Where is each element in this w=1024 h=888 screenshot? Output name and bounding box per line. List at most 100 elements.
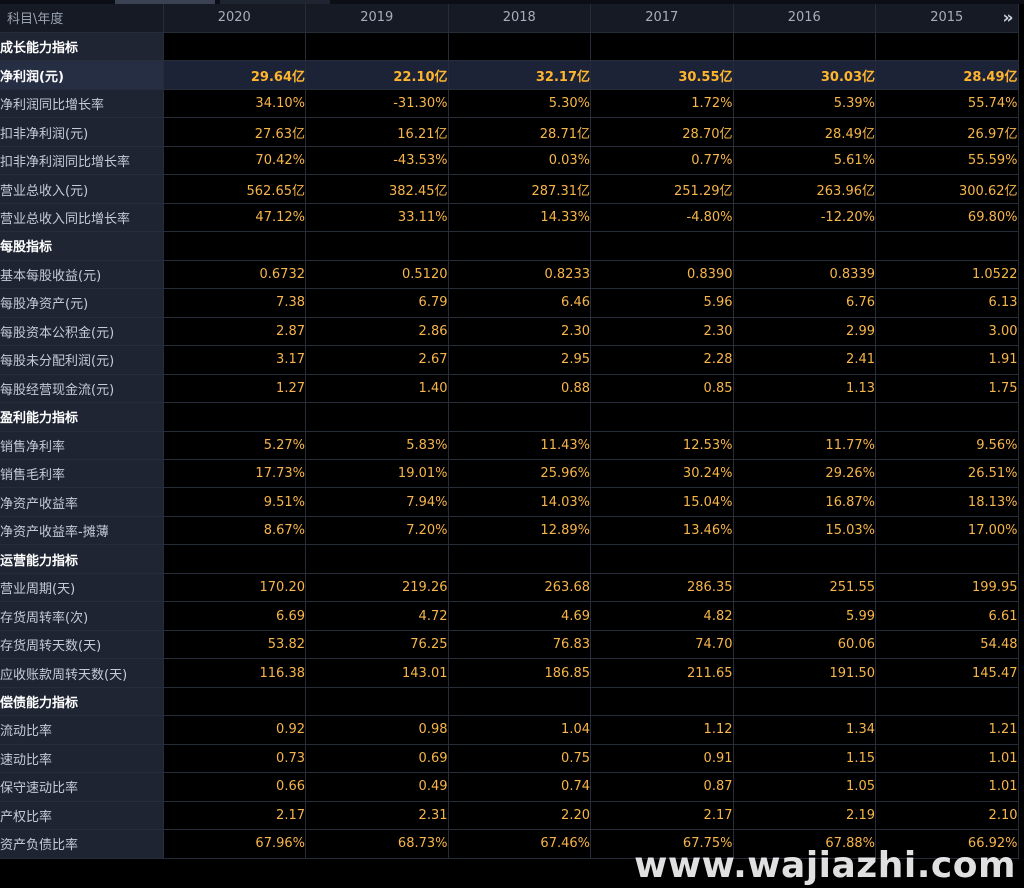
value-cell: 562.65亿 — [163, 174, 306, 204]
value-cell: 7.94% — [305, 487, 449, 517]
value-cell: 382.45亿 — [305, 174, 449, 204]
table-row[interactable]: 净利润(元) 29.64亿 22.10亿 32.17亿 30.55亿 30.03亿 28.4… — [0, 60, 1019, 90]
table-row[interactable]: 营业总收入(元) 562.65亿 382.45亿 287.31亿 251.29亿 263.… — [0, 174, 1019, 204]
value-cell: 6.13 — [875, 288, 1019, 318]
value-cell: 11.77% — [733, 431, 876, 461]
value-cell: 15.03% — [733, 516, 876, 546]
value-cell: 1.72% — [590, 89, 734, 119]
value-cell: 17.00% — [875, 516, 1019, 546]
value-cell: 1.27 — [163, 374, 306, 404]
value-cell: 0.88 — [448, 374, 591, 404]
table-row[interactable]: 每股未分配利润(元) 3.17 2.67 2.95 2.28 2.41 1.91 — [0, 345, 1019, 375]
value-cell: 116.38 — [163, 658, 306, 688]
row-label: 营业周期(天) — [0, 573, 164, 603]
table-row[interactable]: 流动比率 0.92 0.98 1.04 1.12 1.34 1.21 — [0, 715, 1019, 745]
table-row[interactable]: 应收账款周转天数(天) 116.38 143.01 186.85 211.65 191.5… — [0, 658, 1019, 688]
year-header[interactable]: 2017 — [590, 4, 734, 33]
year-header[interactable]: 2019 — [305, 4, 449, 33]
value-cell: 28.49亿 — [733, 117, 876, 147]
table-row[interactable]: 速动比率 0.73 0.69 0.75 0.91 1.15 1.01 — [0, 744, 1019, 774]
value-cell: 32.17亿 — [448, 60, 591, 90]
value-cell: 263.96亿 — [733, 174, 876, 204]
table-row[interactable]: 销售净利率 5.27% 5.83% 11.43% 12.53% 11.77% 9.56% — [0, 431, 1019, 461]
value-cell: 211.65 — [590, 658, 734, 688]
value-cell: -31.30% — [305, 89, 449, 119]
table-row[interactable]: 每股净资产(元) 7.38 6.79 6.46 5.96 6.76 6.13 — [0, 288, 1019, 318]
value-cell: 2.99 — [733, 317, 876, 347]
value-cell: 5.27% — [163, 431, 306, 461]
value-cell: 12.89% — [448, 516, 591, 546]
value-cell: 1.15 — [733, 744, 876, 774]
value-cell: 47.12% — [163, 203, 306, 233]
value-cell: 5.96 — [590, 288, 734, 318]
table-row[interactable]: 净资产收益率-摊薄 8.67% 7.20% 12.89% 13.46% 15.03% 17.… — [0, 516, 1019, 546]
row-label: 营业总收入同比增长率 — [0, 203, 164, 233]
value-cell: 0.75 — [448, 744, 591, 774]
table-row[interactable]: 存货周转率(次) 6.69 4.72 4.69 4.82 5.99 6.61 — [0, 601, 1019, 631]
value-cell — [733, 32, 876, 62]
value-cell: 2.67 — [305, 345, 449, 375]
value-cell: 8.67% — [163, 516, 306, 546]
table-row[interactable]: 基本每股收益(元) 0.6732 0.5120 0.8233 0.8390 0.8339 1… — [0, 260, 1019, 290]
table-row[interactable]: 每股资本公积金(元) 2.87 2.86 2.30 2.30 2.99 3.00 — [0, 317, 1019, 347]
value-cell: 145.47 — [875, 658, 1019, 688]
double-chevron-right-icon[interactable]: » — [1003, 8, 1014, 28]
table-row[interactable]: 净利润同比增长率 34.10% -31.30% 5.30% 1.72% 5.39% 55.7… — [0, 89, 1019, 119]
value-cell: 74.70 — [590, 630, 734, 660]
value-cell: 28.70亿 — [590, 117, 734, 147]
table-row[interactable]: 扣非净利润(元) 27.63亿 16.21亿 28.71亿 28.70亿 28.49亿 26… — [0, 117, 1019, 147]
value-cell: 13.46% — [590, 516, 734, 546]
value-cell: 5.61% — [733, 146, 876, 176]
value-cell: 14.03% — [448, 487, 591, 517]
year-header[interactable]: 2018 — [448, 4, 591, 33]
value-cell: 11.43% — [448, 431, 591, 461]
header-label: 科目\年度 — [0, 4, 164, 33]
table-row[interactable]: 保守速动比率 0.66 0.49 0.74 0.87 1.05 1.01 — [0, 772, 1019, 802]
value-cell: 199.95 — [875, 573, 1019, 603]
value-cell: 0.6732 — [163, 260, 306, 290]
row-label: 存货周转率(次) — [0, 601, 164, 631]
year-header[interactable]: 2020 — [163, 4, 306, 33]
table-row[interactable]: 营业周期(天) 170.20 219.26 263.68 286.35 251.55 199… — [0, 573, 1019, 603]
table-row[interactable]: 净资产收益率 9.51% 7.94% 14.03% 15.04% 16.87% 18.13% — [0, 487, 1019, 517]
row-label: 销售净利率 — [0, 431, 164, 461]
value-cell: 0.03% — [448, 146, 591, 176]
value-cell — [590, 687, 734, 717]
row-label: 流动比率 — [0, 715, 164, 745]
row-label: 每股未分配利润(元) — [0, 345, 164, 375]
table-row[interactable]: 存货周转天数(天) 53.82 76.25 76.83 74.70 60.06 54.48 — [0, 630, 1019, 660]
table-row[interactable]: 每股经营现金流(元) 1.27 1.40 0.88 0.85 1.13 1.75 — [0, 374, 1019, 404]
value-cell: 18.13% — [875, 487, 1019, 517]
value-cell: 6.69 — [163, 601, 306, 631]
value-cell: 0.85 — [590, 374, 734, 404]
value-cell — [733, 402, 876, 432]
row-label: 每股净资产(元) — [0, 288, 164, 318]
value-cell: 30.55亿 — [590, 60, 734, 90]
table-row[interactable]: 销售毛利率 17.73% 19.01% 25.96% 30.24% 29.26% 26.51… — [0, 459, 1019, 489]
value-cell: 287.31亿 — [448, 174, 591, 204]
year-header[interactable]: 2016 — [733, 4, 876, 33]
value-cell — [163, 544, 306, 574]
value-cell: 4.69 — [448, 601, 591, 631]
section-title: 盈利能力指标 — [0, 402, 164, 432]
row-label: 存货周转天数(天) — [0, 630, 164, 660]
value-cell: 1.34 — [733, 715, 876, 745]
value-cell: 29.64亿 — [163, 60, 306, 90]
value-cell — [448, 32, 591, 62]
value-cell — [733, 231, 876, 261]
value-cell: 0.87 — [590, 772, 734, 802]
value-cell: 0.8339 — [733, 260, 876, 290]
value-cell — [590, 544, 734, 574]
value-cell: 251.55 — [733, 573, 876, 603]
table-row[interactable]: 营业总收入同比增长率 47.12% 33.11% 14.33% -4.80% -12.20… — [0, 203, 1019, 233]
row-label: 每股资本公积金(元) — [0, 317, 164, 347]
value-cell — [163, 402, 306, 432]
value-cell: 1.40 — [305, 374, 449, 404]
table-row[interactable]: 产权比率 2.17 2.31 2.20 2.17 2.19 2.10 — [0, 801, 1019, 831]
table-row[interactable]: 扣非净利润同比增长率 70.42% -43.53% 0.03% 0.77% 5.61% 55… — [0, 146, 1019, 176]
value-cell: 6.76 — [733, 288, 876, 318]
table-row[interactable]: 资产负债比率 67.96% 68.73% 67.46% 67.75% 67.88% 66.9… — [0, 829, 1019, 859]
section-row: 每股指标 — [0, 231, 1019, 261]
value-cell: 2.30 — [590, 317, 734, 347]
year-header[interactable]: 2015 » — [875, 4, 1019, 33]
